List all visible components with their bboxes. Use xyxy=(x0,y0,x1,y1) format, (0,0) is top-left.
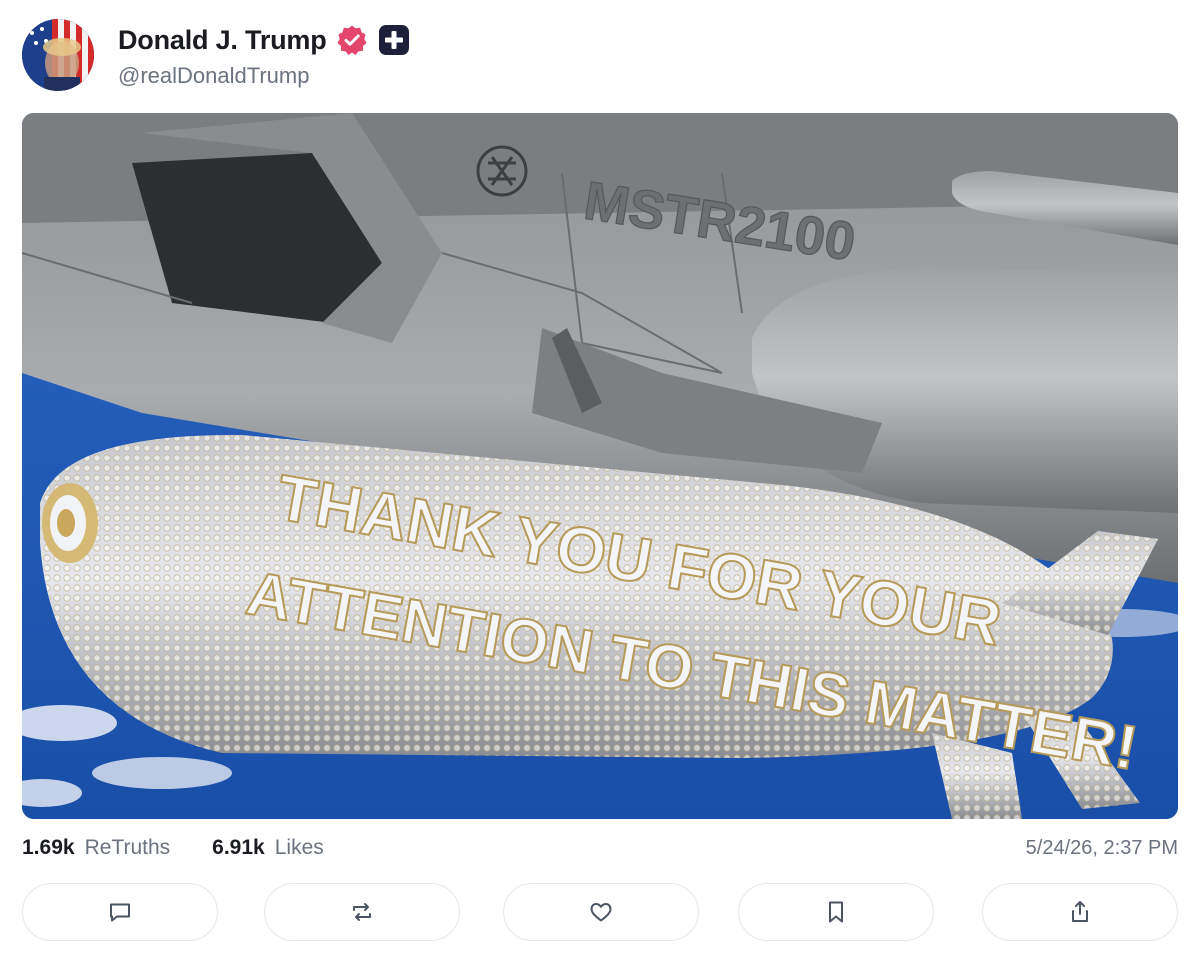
author-display-name[interactable]: Donald J. Trump xyxy=(118,25,327,56)
avatar-image xyxy=(22,19,94,91)
bookmark-button[interactable] xyxy=(738,883,934,941)
likes-count: 6.91k xyxy=(212,836,265,859)
action-bar xyxy=(22,883,1178,943)
truth-post: Donald J. Trump @realDonaldTrump MSTR210… xyxy=(0,0,1200,960)
bookmark-icon xyxy=(829,901,843,923)
author-handle[interactable]: @realDonaldTrump xyxy=(118,63,410,89)
post-image[interactable]: MSTR2100 THANK YOU FOR YOUR ATTENTION TO… xyxy=(22,113,1178,819)
retruth-icon xyxy=(353,903,371,921)
reply-button[interactable] xyxy=(22,883,218,941)
post-stats: 1.69k ReTruths 6.91k Likes 5/24/26, 2:37… xyxy=(22,832,1178,864)
post-image-content: MSTR2100 THANK YOU FOR YOUR ATTENTION TO… xyxy=(22,113,1178,819)
retruths-count: 1.69k xyxy=(22,836,75,859)
name-row: Donald J. Trump xyxy=(118,21,410,59)
retruths-stat[interactable]: 1.69k ReTruths xyxy=(22,836,170,860)
verified-badge-icon xyxy=(336,24,368,56)
avatar[interactable] xyxy=(22,19,94,91)
truth-plus-icon xyxy=(378,24,410,56)
likes-stat[interactable]: 6.91k Likes xyxy=(212,836,324,860)
author-info: Donald J. Trump @realDonaldTrump xyxy=(118,21,410,89)
reply-icon xyxy=(110,903,130,922)
likes-label: Likes xyxy=(274,836,324,859)
post-timestamp[interactable]: 5/24/26, 2:37 PM xyxy=(1026,837,1178,860)
like-button[interactable] xyxy=(503,883,699,941)
share-icon xyxy=(1072,901,1088,922)
retruth-button[interactable] xyxy=(264,883,460,941)
like-icon xyxy=(590,903,612,922)
share-button[interactable] xyxy=(982,883,1178,941)
retruths-label: ReTruths xyxy=(84,836,171,859)
post-header: Donald J. Trump @realDonaldTrump xyxy=(22,18,410,92)
